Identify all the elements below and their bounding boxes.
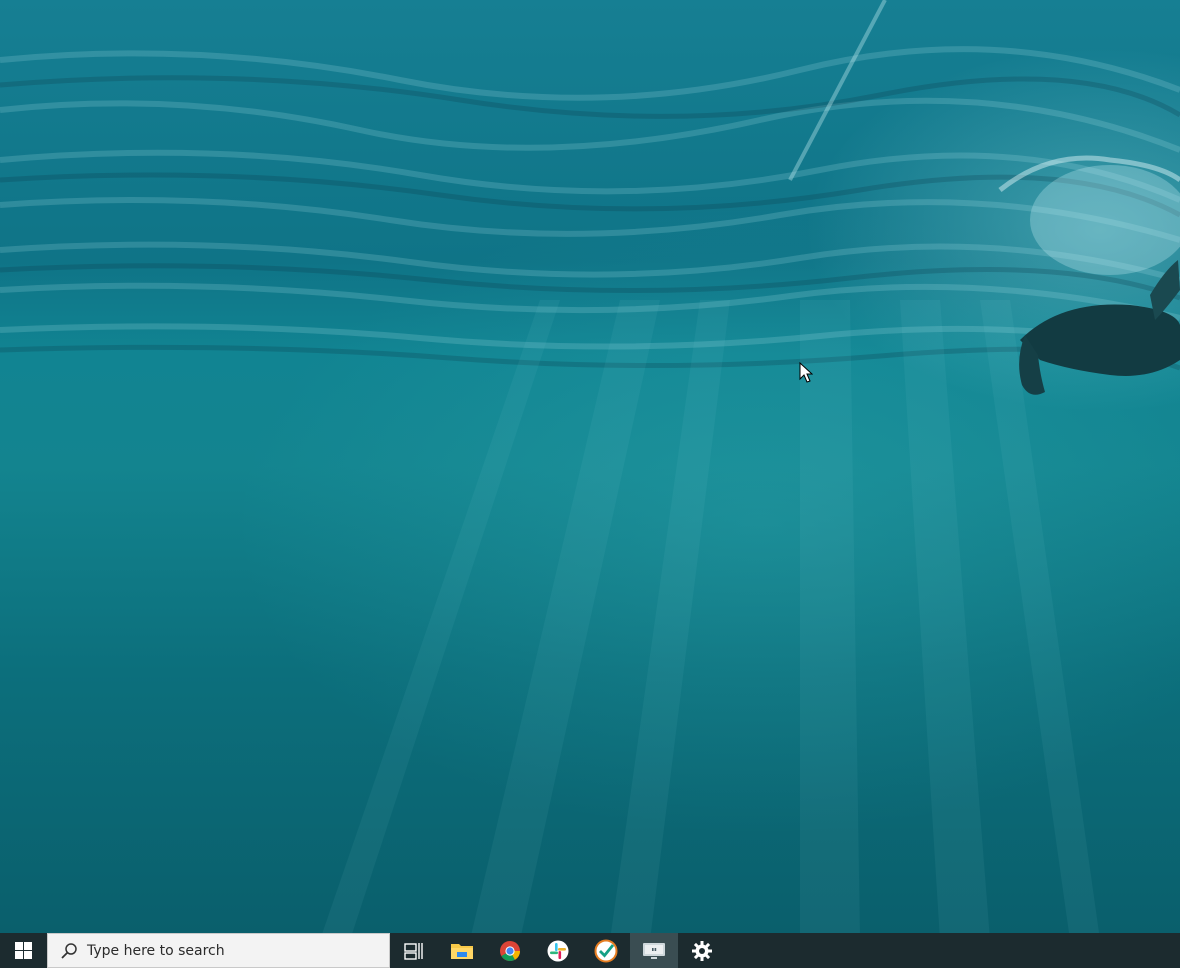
search-icon <box>61 942 77 959</box>
file-explorer-icon <box>451 943 473 959</box>
swimmer <box>998 155 1180 395</box>
taskbar-file-explorer[interactable] <box>438 933 486 968</box>
mouse-cursor <box>799 362 813 383</box>
taskbar-chrome[interactable] <box>486 933 534 968</box>
search-placeholder: Type here to search <box>87 942 225 959</box>
desktop-wallpaper <box>0 0 1180 933</box>
taskbar-slack[interactable] <box>534 933 582 968</box>
remote-desktop-icon <box>643 942 665 959</box>
check-app-icon <box>594 939 618 962</box>
task-view-button[interactable] <box>390 933 438 968</box>
taskbar-remote-desktop[interactable] <box>630 933 678 968</box>
taskbar: Type here to search <box>0 933 1180 968</box>
settings-icon <box>692 940 712 961</box>
start-button[interactable] <box>0 933 47 968</box>
taskbar-check-app[interactable] <box>582 933 630 968</box>
slack-icon <box>547 940 569 961</box>
windows-start-icon <box>15 942 32 959</box>
taskbar-settings[interactable] <box>678 933 726 968</box>
chrome-icon <box>500 940 521 961</box>
taskbar-search-box[interactable]: Type here to search <box>47 933 390 968</box>
task-view-icon <box>404 942 423 960</box>
